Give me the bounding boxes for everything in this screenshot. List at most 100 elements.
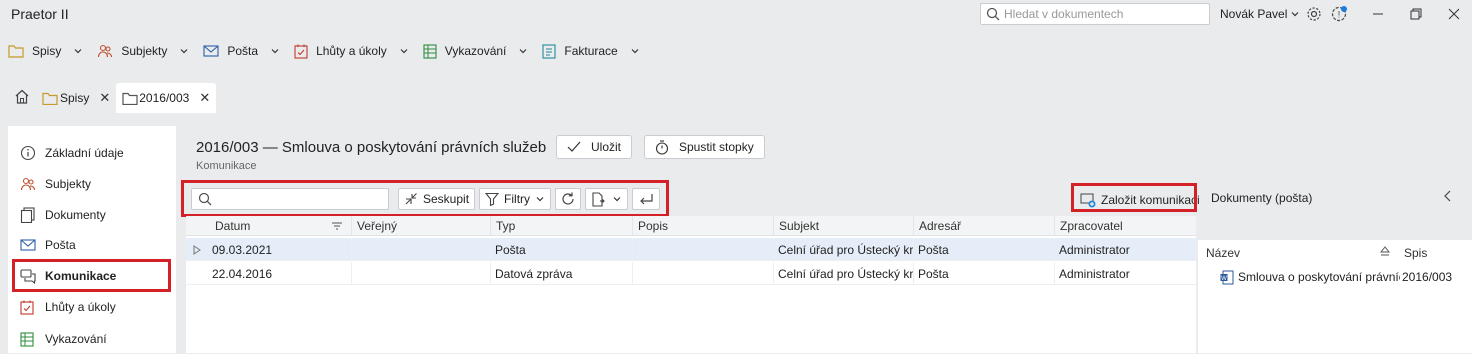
save-button-label: Uložit bbox=[591, 140, 622, 154]
sidebar-item-label: Pošta bbox=[45, 238, 76, 252]
enter-button[interactable] bbox=[632, 188, 661, 210]
documents-panel-header: Název Spis bbox=[1198, 240, 1472, 264]
stopwatch-icon bbox=[655, 139, 669, 155]
sidebar-item-posta[interactable]: Pošta bbox=[8, 230, 176, 260]
tab-2016-003[interactable]: 2016/003 ✕ bbox=[116, 83, 217, 113]
cell-adresar: Pošta bbox=[913, 238, 1054, 261]
menu-lhuty[interactable]: Lhůty a úkoly bbox=[294, 44, 409, 59]
app-title: Praetor II bbox=[11, 6, 69, 22]
create-communication-button[interactable]: Založit komunikaci bbox=[1075, 189, 1205, 210]
sidebar-item-lhuty[interactable]: Lhůty a úkoly bbox=[8, 292, 176, 322]
table-row[interactable]: 22.04.2016 Datová zpráva Celní úřad pro … bbox=[186, 262, 1196, 285]
chevron-down-icon bbox=[536, 197, 544, 202]
menu-vykazovani[interactable]: Vykazování bbox=[423, 43, 529, 59]
filter-icon bbox=[485, 192, 500, 206]
column-adresar-label: Adresář bbox=[919, 218, 962, 233]
column-verejny[interactable]: Veřejný bbox=[351, 216, 490, 235]
save-button[interactable]: Uložit bbox=[556, 135, 633, 159]
export-button[interactable] bbox=[585, 188, 629, 210]
notifications-icon[interactable]: ! bbox=[1330, 4, 1350, 24]
column-typ-label: Typ bbox=[496, 218, 516, 233]
folder-icon bbox=[122, 92, 138, 105]
menu-spisy-label: Spisy bbox=[32, 44, 62, 58]
cell-popis bbox=[632, 238, 773, 261]
people-icon bbox=[97, 44, 113, 58]
tab-spisy[interactable]: Spisy ✕ bbox=[36, 83, 116, 113]
filter-button[interactable]: Filtry bbox=[479, 188, 552, 210]
create-communication-label: Založit komunikaci bbox=[1101, 192, 1200, 207]
cell-popis bbox=[632, 262, 773, 285]
menu-fakturace-label: Fakturace bbox=[564, 44, 618, 58]
start-stopwatch-label: Spustit stopky bbox=[679, 140, 754, 154]
list-item[interactable]: W Smlouva o poskytování právníc 2016/003 bbox=[1198, 266, 1472, 288]
calendar-check-icon bbox=[294, 44, 308, 59]
settings-gear-icon[interactable] bbox=[1304, 4, 1324, 24]
cell-verejny bbox=[351, 262, 490, 285]
sidebar-item-dokumenty[interactable]: Dokumenty bbox=[8, 200, 176, 230]
global-search-input[interactable]: Hledat v dokumentech bbox=[980, 3, 1210, 25]
document-spis: 2016/003 bbox=[1402, 270, 1453, 284]
collapse-panel-icon[interactable] bbox=[1443, 189, 1453, 205]
close-icon[interactable] bbox=[1444, 4, 1464, 24]
table-row[interactable]: 09.03.2021 Pošta Celní úřad pro Ústecký … bbox=[186, 238, 1196, 261]
sidebar-item-subjekty[interactable]: Subjekty bbox=[8, 169, 176, 199]
column-spis[interactable]: Spis bbox=[1404, 246, 1427, 260]
page-subtitle: Komunikace bbox=[196, 160, 257, 172]
column-datum[interactable]: Datum bbox=[210, 216, 351, 235]
sort-ascending-icon[interactable] bbox=[1380, 246, 1390, 256]
minimize-icon[interactable] bbox=[1368, 4, 1388, 24]
column-datum-label: Datum bbox=[215, 218, 251, 233]
column-verejny-label: Veřejný bbox=[357, 218, 398, 233]
documents-panel-title: Dokumenty (pošta) bbox=[1211, 191, 1313, 205]
close-tab-icon[interactable]: ✕ bbox=[199, 90, 210, 106]
start-stopwatch-button[interactable]: Spustit stopky bbox=[644, 135, 765, 159]
expand-row-icon[interactable] bbox=[186, 238, 208, 261]
menu-subjekty[interactable]: Subjekty bbox=[97, 44, 189, 58]
filter-button-label: Filtry bbox=[504, 192, 531, 206]
user-menu[interactable]: Novák Pavel bbox=[1220, 7, 1300, 21]
chevron-down-icon bbox=[179, 46, 189, 56]
documents-icon bbox=[20, 207, 40, 223]
column-adresar[interactable]: Adresář bbox=[913, 216, 1054, 235]
word-document-icon: W bbox=[1220, 270, 1234, 284]
svg-text:W: W bbox=[1221, 275, 1227, 281]
home-icon bbox=[14, 89, 30, 107]
cell-subjekt: Celní úřad pro Ústecký kra bbox=[773, 262, 913, 285]
search-icon bbox=[198, 192, 212, 206]
column-popis[interactable]: Popis bbox=[632, 216, 773, 235]
people-icon bbox=[20, 177, 40, 191]
sidebar-item-vykazovani[interactable]: Vykazování bbox=[8, 324, 176, 354]
column-subjekt[interactable]: Subjekt bbox=[773, 216, 913, 235]
svg-text:!: ! bbox=[1338, 10, 1341, 20]
column-menu-icon[interactable] bbox=[331, 221, 343, 231]
grid-search-input[interactable] bbox=[191, 188, 389, 210]
calendar-check-icon bbox=[20, 300, 40, 315]
menu-vykazovani-label: Vykazování bbox=[444, 44, 507, 58]
refresh-button[interactable] bbox=[555, 188, 582, 210]
chevron-down-icon bbox=[518, 46, 528, 56]
column-nazev[interactable]: Název bbox=[1206, 246, 1240, 260]
communication-grid: Datum Veřejný Typ Popis Subjekt Adresář … bbox=[186, 216, 1196, 353]
group-button[interactable]: Seskupit bbox=[398, 188, 476, 210]
sidebar-item-komunikace[interactable]: Komunikace bbox=[8, 261, 176, 291]
menu-fakturace[interactable]: Fakturace bbox=[542, 43, 639, 59]
cell-verejny bbox=[351, 238, 490, 261]
restore-icon[interactable] bbox=[1406, 4, 1426, 24]
cell-datum: 22.04.2016 bbox=[212, 266, 273, 281]
new-communication-icon bbox=[1080, 192, 1096, 207]
menu-spisy[interactable]: Spisy bbox=[8, 44, 83, 58]
sidebar-item-label: Subjekty bbox=[45, 177, 92, 191]
folder-icon bbox=[42, 92, 58, 105]
chevron-down-icon bbox=[399, 46, 409, 56]
enter-icon bbox=[640, 194, 653, 205]
column-zpracovatel[interactable]: Zpracovatel bbox=[1054, 216, 1196, 235]
column-typ[interactable]: Typ bbox=[490, 216, 632, 235]
menu-posta[interactable]: Pošta bbox=[203, 44, 280, 58]
menu-posta-label: Pošta bbox=[227, 44, 259, 58]
tab-bar: Spisy ✕ 2016/003 ✕ bbox=[8, 83, 217, 113]
sidebar-item-zakladni-udaje[interactable]: Základní údaje bbox=[8, 138, 176, 168]
checkmark-icon bbox=[567, 141, 581, 152]
close-tab-icon[interactable]: ✕ bbox=[99, 90, 110, 106]
spreadsheet-icon bbox=[20, 331, 40, 347]
tab-home[interactable] bbox=[8, 83, 36, 113]
